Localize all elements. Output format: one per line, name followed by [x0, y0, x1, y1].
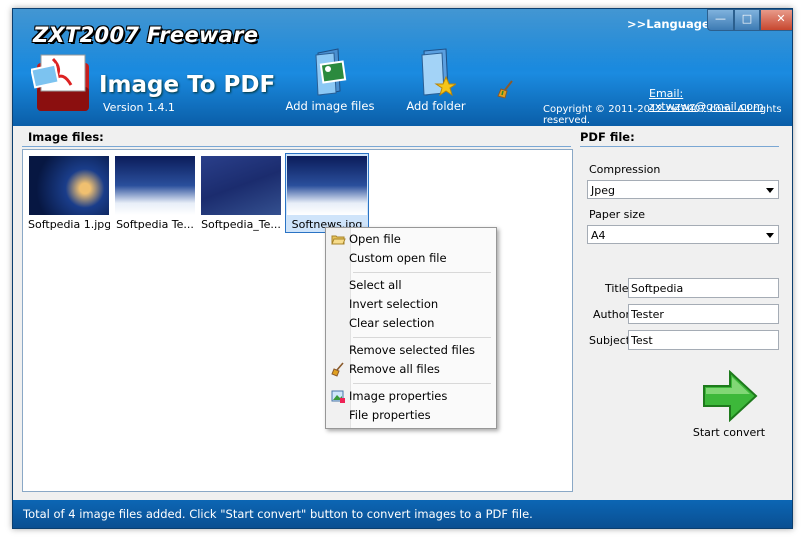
pdf-file-divider: [580, 146, 779, 147]
paper-size-label: Paper size: [589, 208, 645, 221]
context-menu: Open file Custom open file Select all In…: [325, 227, 497, 429]
thumbnail-caption: Softpedia 1.jpg: [28, 218, 110, 231]
menu-invert-selection[interactable]: Invert selection: [328, 295, 492, 314]
add-image-files-button[interactable]: Add image files: [285, 47, 375, 117]
maximize-button[interactable]: □: [734, 9, 760, 31]
app-window: ZXT2007 Freeware Image To PDF Version 1.…: [12, 8, 793, 529]
start-convert-button[interactable]: Start convert: [689, 369, 769, 440]
title-label: Title: [605, 282, 629, 295]
menu-remove-all-files[interactable]: Remove all files: [328, 360, 492, 379]
thumbnail-image: [287, 156, 367, 215]
add-image-files-label: Add image files: [285, 99, 375, 113]
version-label: Version 1.4.1: [103, 101, 175, 114]
compression-select[interactable]: Jpeg: [587, 180, 779, 199]
paper-size-select[interactable]: A4: [587, 225, 779, 244]
menu-open-file[interactable]: Open file: [328, 230, 492, 249]
thumbnail-image: [29, 156, 109, 215]
menu-remove-selected-files[interactable]: Remove selected files: [328, 341, 492, 360]
subject-label: Subject: [589, 334, 631, 347]
arrow-right-icon: [703, 369, 758, 423]
add-image-files-icon: [315, 48, 347, 96]
start-convert-label: Start convert: [692, 426, 766, 439]
product-name: Image To PDF: [99, 72, 276, 98]
image-files-divider: [22, 146, 571, 147]
image-thumbnail-selected[interactable]: Softnews.jpg: [285, 153, 369, 233]
compression-label: Compression: [589, 163, 661, 176]
clear-all-broom-icon[interactable]: [497, 79, 517, 99]
thumbnail-caption: Softpedia_Te...: [201, 218, 281, 231]
paper-size-value: A4: [591, 229, 606, 242]
copyright-text: Copyright © 2011-2012 zxt2007.com. All r…: [543, 104, 782, 126]
thumbnail-caption: Softpedia Te...: [116, 218, 194, 231]
menu-image-properties[interactable]: Image properties: [328, 387, 492, 406]
title-input[interactable]: [628, 278, 779, 298]
close-button[interactable]: ✕: [760, 9, 792, 31]
menu-file-properties[interactable]: File properties: [328, 406, 492, 425]
author-input[interactable]: [628, 304, 779, 324]
add-folder-label: Add folder: [406, 99, 466, 113]
window-controls: — □ ✕: [707, 9, 792, 31]
add-folder-button[interactable]: Add folder: [391, 47, 481, 117]
header-banner: ZXT2007 Freeware Image To PDF Version 1.…: [13, 9, 792, 126]
author-label: Author: [593, 308, 631, 321]
thumbnail-image: [115, 156, 195, 215]
image-files-title: Image files:: [28, 130, 104, 144]
language-link[interactable]: >>Language: [627, 17, 710, 31]
menu-select-all[interactable]: Select all: [328, 276, 492, 295]
pdf-file-title: PDF file:: [580, 130, 635, 144]
compression-value: Jpeg: [591, 184, 615, 197]
subject-input[interactable]: [628, 330, 779, 350]
thumbnail-image: [201, 156, 281, 215]
menu-custom-open-file[interactable]: Custom open file: [328, 249, 492, 268]
chevron-down-icon: [766, 233, 774, 238]
chevron-down-icon: [766, 188, 774, 193]
image-properties-icon: [331, 390, 345, 403]
status-bar: Total of 4 image files added. Click "Sta…: [13, 500, 792, 528]
image-thumbnail[interactable]: Softpedia Te...: [114, 154, 196, 232]
image-thumbnail[interactable]: Softpedia_Te...: [200, 154, 282, 232]
folder-open-icon: [331, 235, 346, 245]
add-folder-icon: [421, 48, 456, 97]
broom-icon: [331, 362, 344, 377]
menu-clear-selection[interactable]: Clear selection: [328, 314, 492, 333]
image-thumbnail[interactable]: Softpedia 1.jpg: [28, 154, 110, 232]
app-logo-icon: [31, 54, 89, 111]
status-text: Total of 4 image files added. Click "Sta…: [23, 507, 533, 521]
brand-title: ZXT2007 Freeware: [33, 23, 259, 47]
minimize-button[interactable]: —: [707, 9, 734, 31]
